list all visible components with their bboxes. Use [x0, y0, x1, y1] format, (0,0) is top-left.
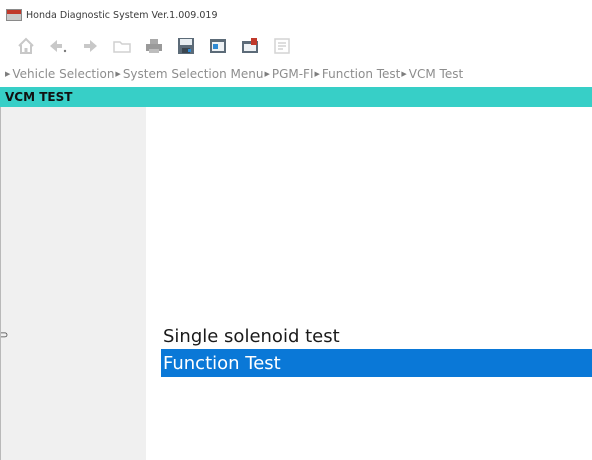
content-pane [146, 107, 592, 460]
breadcrumb-item-function-test[interactable]: ▶ Function Test [314, 67, 401, 81]
back-button[interactable] [46, 35, 70, 57]
save-button[interactable] [174, 35, 198, 57]
breadcrumb-item-system-selection-menu[interactable]: ▶ System Selection Menu [114, 67, 263, 81]
menu-item-single-solenoid-test[interactable]: Single solenoid test [161, 322, 592, 350]
snapshot-icon [274, 38, 290, 54]
folder-icon [113, 41, 131, 53]
arrow-left-icon [50, 40, 67, 53]
printer-icon [146, 39, 162, 53]
hds-app-icon [6, 9, 22, 21]
toolbar [0, 30, 592, 62]
section-header: VCM TEST [0, 87, 592, 107]
home-icon [18, 37, 34, 54]
forward-button[interactable] [78, 35, 102, 57]
home-button[interactable] [14, 35, 38, 57]
menu-item-label: Function Test [163, 352, 281, 374]
breadcrumb-item-vcm-test: ▶ VCM Test [401, 67, 464, 81]
screen-button[interactable] [206, 35, 230, 57]
screen-window-icon [210, 39, 226, 53]
breadcrumb: ▶ Vehicle Selection ▶ System Selection Men… [0, 62, 592, 86]
arrow-right-icon [84, 40, 97, 52]
folder-button[interactable] [110, 35, 134, 57]
splitter-handle[interactable]: ⊃ [0, 330, 8, 341]
breadcrumb-arrow-icon: ▶ [115, 70, 121, 78]
breadcrumb-arrow-icon: ▶ [401, 70, 407, 78]
breadcrumb-arrow-icon: ▶ [5, 70, 11, 78]
window-title: Honda Diagnostic System Ver.1.009.019 [26, 9, 218, 21]
window-note-icon [242, 38, 258, 53]
breadcrumb-item-pgm-fi[interactable]: ▶ PGM-FI [263, 67, 313, 81]
breadcrumb-arrow-icon: ▶ [314, 70, 320, 78]
snapshot-button[interactable] [270, 35, 294, 57]
data-button[interactable] [238, 35, 262, 57]
breadcrumb-arrow-icon: ▶ [264, 70, 270, 78]
disk-save-icon [178, 38, 194, 54]
breadcrumb-item-vehicle-selection[interactable]: ▶ Vehicle Selection [4, 67, 114, 81]
title-bar: Honda Diagnostic System Ver.1.009.019 [0, 0, 592, 30]
print-button[interactable] [142, 35, 166, 57]
menu-item-label: Single solenoid test [163, 325, 340, 347]
menu-item-function-test[interactable]: Function Test [161, 349, 592, 377]
left-pane [0, 107, 146, 460]
section-title: VCM TEST [5, 90, 73, 104]
